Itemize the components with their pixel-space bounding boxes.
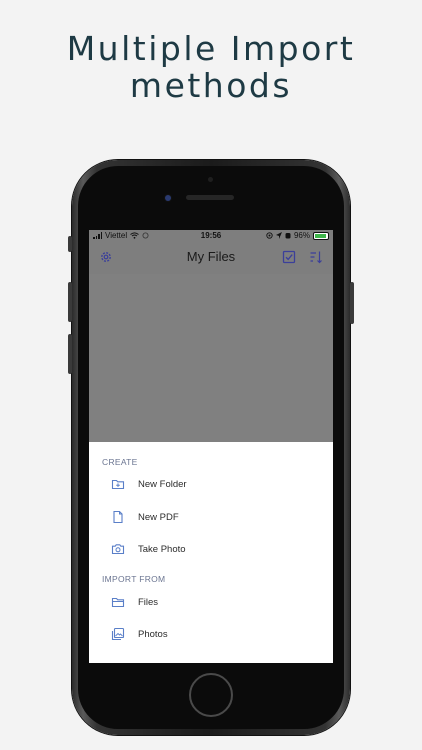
battery-percent: 96% [293,231,310,240]
photos-label: Photos [138,629,168,640]
volume-down-button [68,334,72,374]
proximity-sensor [208,177,213,182]
new-folder-label: New Folder [138,479,187,490]
location-icon [275,232,282,239]
import-photos-item[interactable]: Photos [89,623,333,647]
mute-switch [68,236,72,252]
photos-icon [111,627,125,641]
take-photo-item[interactable]: Take Photo [89,538,333,562]
create-section-header: CREATE [102,457,138,467]
power-button [350,282,354,324]
alarm-icon [285,233,291,239]
files-label: Files [138,597,159,608]
volume-up-button [68,282,72,322]
home-button[interactable] [189,673,233,717]
checkbox-icon[interactable] [282,250,296,264]
camera-icon [111,544,125,555]
nav-title: My Files [186,249,236,264]
sort-icon[interactable] [309,250,323,264]
battery-icon [313,231,329,240]
headline-line-1: Multiple Import [66,29,356,68]
status-bar: Viettel 19:56 96% [89,230,333,242]
folder-plus-icon [111,479,125,490]
document-icon [113,510,123,524]
action-sheet: CREATE New Folder New PDF Take Photo IMP… [89,442,333,663]
new-pdf-item[interactable]: New PDF [89,506,333,530]
orientation-lock-icon [266,232,273,239]
phone-screen: Viettel 19:56 96% My Files CREATE New Fo… [89,230,333,663]
new-pdf-label: New PDF [138,512,179,523]
navigation-bar: My Files [89,242,333,274]
promo-headline: Multiple Import methods [0,30,422,104]
front-camera [165,195,171,201]
headline-line-2: methods [129,66,293,105]
import-files-item[interactable]: Files [89,591,333,615]
earpiece-speaker [186,195,234,200]
take-photo-label: Take Photo [138,544,186,555]
files-icon [111,597,125,608]
status-right: 96% [266,231,329,240]
dimmed-background[interactable] [89,274,333,442]
new-folder-item[interactable]: New Folder [89,473,333,497]
import-section-header: IMPORT FROM [102,574,166,584]
